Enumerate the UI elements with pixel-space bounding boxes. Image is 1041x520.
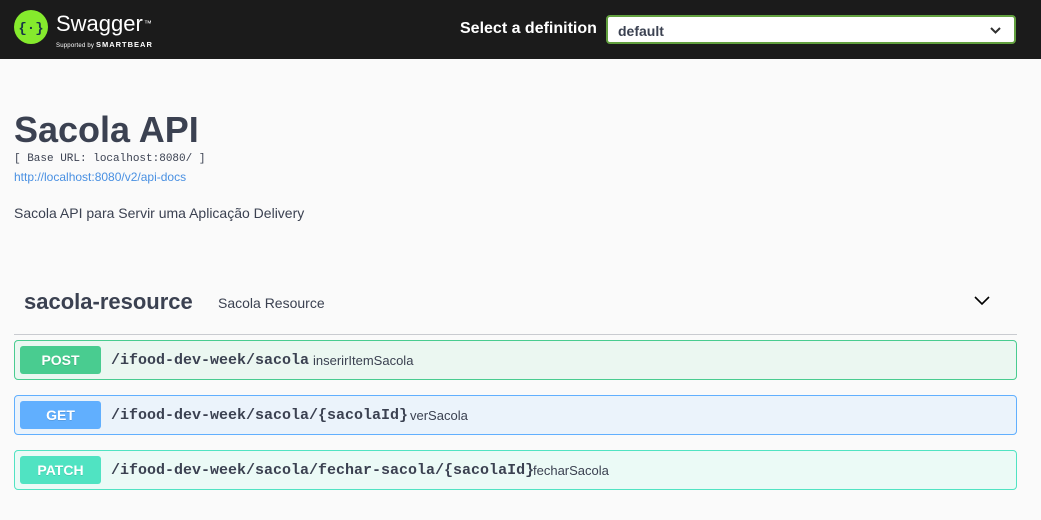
brand-name[interactable]: Swagger™ [56,12,152,36]
base-url: [ Base URL: localhost:8080/ ] [14,153,206,165]
operation-path: /ifood-dev-week/sacola/fechar-sacola/{sa… [111,462,535,479]
operation-summary: verSacola [410,408,468,423]
chevron-down-icon [990,27,1001,34]
operation-summary: inserirItemSacola [313,353,414,368]
tag-section-header[interactable]: sacola-resource Sacola Resource [14,278,1017,335]
tag-name: sacola-resource [24,289,193,314]
page-title: Sacola API [14,109,199,150]
definition-select-value: default [618,23,664,39]
supported-by: Supported by SMARTBEAR [56,40,153,49]
method-badge: POST [20,346,101,374]
api-description: Sacola API para Servir uma Aplicação Del… [14,205,305,221]
method-badge: PATCH [20,456,101,484]
api-docs-link[interactable]: http://localhost:8080/v2/api-docs [14,170,186,184]
chevron-down-icon[interactable] [973,294,991,306]
tag-description: Sacola Resource [218,295,325,311]
top-bar: {·} Swagger™ Supported by SMARTBEAR Sele… [0,0,1041,59]
operation-path: /ifood-dev-week/sacola [111,352,310,369]
select-definition-label: Select a definition [460,20,597,37]
method-badge: GET [20,401,101,429]
svg-text:{·}: {·} [18,21,43,37]
operation-post-sacola[interactable]: POST /ifood-dev-week/sacola inserirItemS… [14,340,1017,380]
definition-select[interactable]: default [606,15,1016,44]
operation-patch-fechar-sacola[interactable]: PATCH /ifood-dev-week/sacola/fechar-saco… [14,450,1017,490]
operation-path: /ifood-dev-week/sacola/{sacolaId} [111,407,409,424]
swagger-logo-icon[interactable]: {·} [14,10,48,44]
operation-summary: fecharSacola [533,463,609,478]
operation-get-sacola[interactable]: GET /ifood-dev-week/sacola/{sacolaId} ve… [14,395,1017,435]
